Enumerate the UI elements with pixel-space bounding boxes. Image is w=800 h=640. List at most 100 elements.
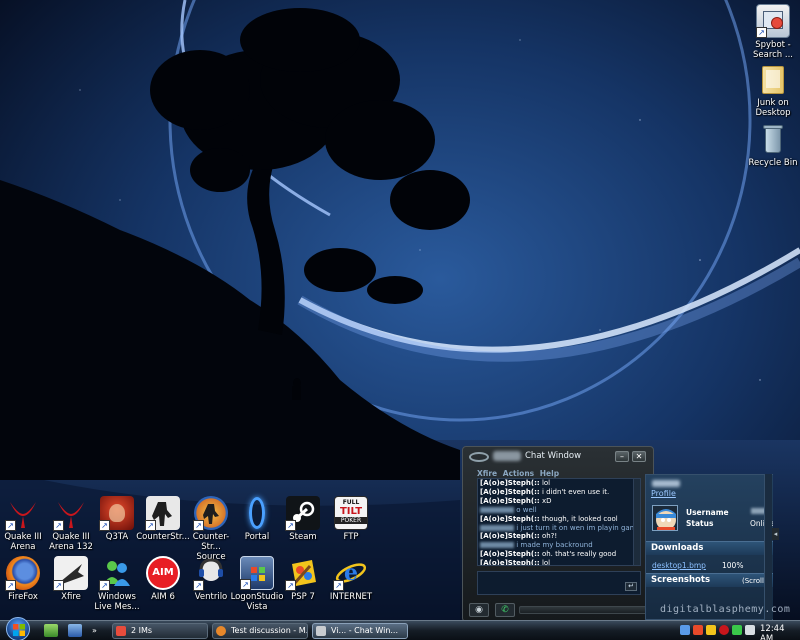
message-text: lol (541, 479, 551, 487)
aim-badge-text: AIM (152, 567, 174, 578)
collapse-panel-icon[interactable]: ◂ (772, 528, 779, 540)
quicklaunch-switch-windows-icon[interactable] (68, 624, 82, 637)
chat-input-field[interactable]: ↵ (477, 571, 641, 595)
ftp-icon: FULL TILT POKER (334, 496, 368, 530)
message-sender: [A(o)e]Steph(:: (480, 479, 540, 487)
message-sender: [A(o)e]Steph(:: (480, 514, 540, 523)
ftp-badge-line3: POKER (335, 517, 367, 524)
close-button[interactable]: ✕ (632, 451, 646, 462)
message-sender: [A(o)e]Steph(:: (480, 487, 540, 496)
message-text: oh. that's really good (541, 550, 617, 559)
gamepad-icon[interactable]: ◉ (469, 603, 489, 617)
xfire-icon (316, 626, 326, 636)
desktop-icon-psp[interactable]: ↗ PSP 7 (276, 556, 330, 602)
spybot-icon: ↗ (756, 4, 790, 38)
menu-xfire[interactable]: Xfire (477, 469, 497, 478)
menu-help[interactable]: Help (540, 469, 559, 478)
message-sender-blurred (480, 542, 514, 549)
desktop-icon-label: FTP (343, 532, 359, 542)
wallpaper-watermark: digitalblasphemy.com (660, 604, 791, 615)
tray-volume-icon[interactable] (745, 625, 755, 635)
message-list: [A(o)e]Steph(:: lol [A(o)e]Steph(:: i did… (478, 479, 640, 566)
desktop-icon-aim[interactable]: AIM AIM 6 (136, 556, 190, 602)
desktop-icon-label: CounterStr... (136, 532, 190, 542)
download-progress: 100% (722, 561, 744, 570)
taskbar: » 2 IMs Test discussion - M... Vi... - C… (0, 617, 800, 640)
xfire-logo-icon (469, 452, 489, 462)
taskbar-button-firefox[interactable]: Test discussion - M... (212, 623, 308, 639)
ftp-badge-line2: TILT (339, 506, 363, 517)
task-label: Vi... - Chat Win... (331, 626, 399, 635)
chat-message: [A(o)e]Steph(:: lol (478, 559, 640, 566)
message-sender: [A(o)e]Steph(:: (480, 550, 540, 559)
taskbar-button-ims[interactable]: 2 IMs (112, 623, 208, 639)
quicklaunch-overflow-icon[interactable]: » (92, 624, 100, 637)
downloads-section-header[interactable]: Downloads (646, 541, 773, 555)
tray-alert-icon[interactable] (706, 625, 716, 635)
send-icon[interactable]: ↵ (625, 582, 637, 591)
xfire-profile-panel: Profile Username Status Online Downloads… (645, 474, 773, 620)
desktop-icon-recycle-bin[interactable]: Recycle Bin (746, 122, 800, 168)
desktop-icon-junk-folder[interactable]: Junk on Desktop (746, 62, 800, 118)
message-text: i made my backround (516, 541, 593, 550)
message-text: i didn't even use it. (541, 487, 610, 496)
aim-icon: AIM (146, 556, 180, 590)
menu-actions[interactable]: Actions (503, 469, 534, 478)
xfire-chat-window[interactable]: Chat Window – ✕ Xfire Actions Help [A(o)… (462, 446, 654, 622)
chat-message-log[interactable]: [A(o)e]Steph(:: lol [A(o)e]Steph(:: i did… (477, 478, 641, 566)
firefox-icon (216, 626, 226, 636)
message-sender: [A(o)e]Steph(:: (480, 559, 540, 566)
internet-explorer-icon: e ↗ (333, 556, 368, 591)
tray-network-icon[interactable] (680, 625, 690, 635)
desktop-icon-counterstrike[interactable]: ↗ CounterStr... (136, 496, 190, 542)
counterstrike-icon: ↗ (145, 496, 180, 531)
desktop-icon-quake3-arena[interactable]: ↗ Quake III Arena (0, 496, 50, 552)
desktop-icon-label: Junk on Desktop (755, 98, 791, 118)
voice-call-icon[interactable]: ✆ (495, 603, 515, 617)
chat-scrollbar[interactable] (633, 479, 640, 565)
desktop-icon-internet-explorer[interactable]: e ↗ INTERNET (324, 556, 378, 602)
chat-contact-name-blurred (493, 451, 521, 461)
minimize-button[interactable]: – (615, 451, 629, 462)
taskbar-button-chat-window[interactable]: Vi... - Chat Win... (312, 623, 408, 639)
tray-messenger-icon[interactable] (732, 625, 742, 635)
windows-logo-icon (13, 624, 25, 636)
chat-message: i just turn it on wen im playin games (478, 524, 640, 533)
task-label: Test discussion - M... (231, 626, 308, 635)
q3ta-icon: ↗ (99, 496, 134, 531)
ventrilo-icon: ↗ (193, 556, 228, 591)
desktop-icon-firefox[interactable]: ↗ FireFox (0, 556, 50, 602)
desktop-icon-label: FireFox (8, 592, 38, 602)
psp-icon: ↗ (285, 556, 320, 591)
desktop-icon-label: Recycle Bin (748, 158, 798, 168)
start-button[interactable] (6, 617, 30, 640)
desktop-icon-steam[interactable]: ↗ Steam (276, 496, 330, 542)
tray-quake-icon[interactable] (719, 625, 729, 635)
chat-message: [A(o)e]Steph(:: oh?! (478, 532, 640, 541)
desktop-icon-label: Quake III Arena (4, 532, 42, 552)
message-sender: [A(o)e]Steph(:: (480, 532, 540, 541)
chat-titlebar[interactable]: Chat Window – ✕ (463, 447, 653, 467)
chat-window-title: Chat Window (525, 451, 582, 461)
taskbar-clock[interactable]: 12:44 AM (760, 624, 800, 640)
chat-message: [A(o)e]Steph(:: though, it looked cool (478, 515, 640, 524)
profile-link[interactable]: Profile (651, 489, 676, 498)
chat-message: [A(o)e]Steph(:: lol (478, 479, 640, 488)
portal-icon (240, 496, 274, 530)
desktop-icon-label: PSP 7 (291, 592, 315, 602)
download-file-link[interactable]: desktop1.bmp (652, 561, 706, 570)
chat-message: i made my backround (478, 541, 640, 550)
steam-icon: ↗ (285, 496, 320, 531)
desktop-icon-label: Steam (289, 532, 317, 542)
desktop-icon-ftp[interactable]: FULL TILT POKER FTP (324, 496, 378, 542)
quicklaunch-show-desktop-icon[interactable] (44, 624, 58, 637)
message-text: o well (516, 505, 537, 514)
firefox-icon: ↗ (5, 556, 40, 591)
quake3-icon: ↗ (5, 496, 40, 531)
message-text: lol (541, 559, 551, 566)
desktop-icon-spybot[interactable]: ↗ Spybot - Search ... (746, 4, 800, 60)
chat-menubar: Xfire Actions Help (477, 469, 645, 478)
message-sender: [A(o)e]Steph(:: (480, 496, 540, 505)
tray-security-icon[interactable] (693, 625, 703, 635)
profile-scrollbar[interactable] (764, 474, 772, 620)
